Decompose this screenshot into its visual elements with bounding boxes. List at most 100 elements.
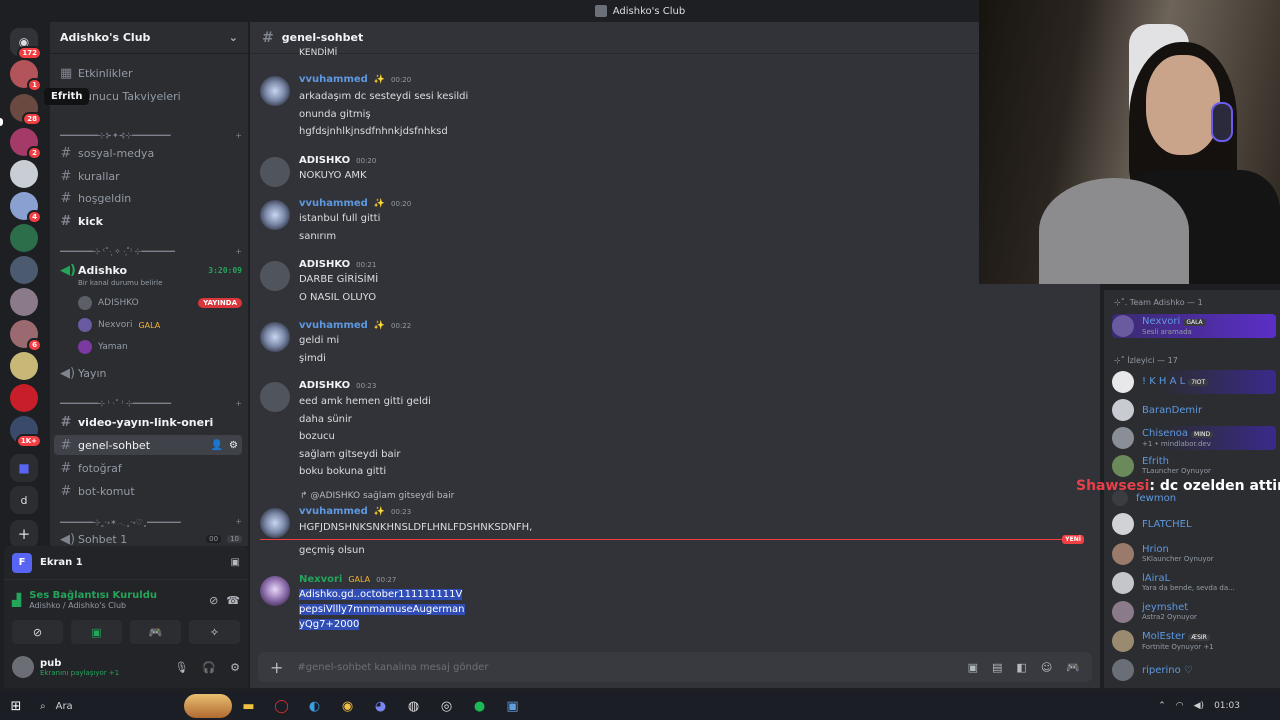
category-header[interactable]: ━━━━━━━⊹˳·˖✶𓂃˳·˖♡˳━━━━━━━ + [60,514,242,528]
member-item[interactable]: Hrion SKlauncher Oynuyor [1112,542,1276,566]
member-item[interactable]: Chisenoa MIND +1 • mindlabor.dev [1112,426,1276,450]
voice-user[interactable]: ADISHKO YAYINDA [78,294,242,312]
opera-icon[interactable]: ◯ [265,699,298,714]
message-author[interactable]: vvuhammed [299,74,368,85]
channel-kurallar[interactable]: # kurallar [54,166,242,186]
avatar[interactable] [260,508,290,538]
file-explorer-icon[interactable]: ▬ [232,699,265,714]
channel-hosgeldin[interactable]: # hoşgeldin [54,188,242,208]
message-author[interactable]: ADISHKO [299,380,350,391]
gear-icon[interactable]: ⚙ [229,440,242,451]
apps-icon[interactable]: 🎮 [1066,661,1080,674]
voice-user[interactable]: Yaman [78,338,242,356]
member-item[interactable]: ! K H A L 7IOT [1112,370,1276,394]
plus-icon[interactable]: + [235,517,242,526]
server-icon[interactable] [10,352,38,380]
server-icon[interactable] [10,256,38,284]
screen-share-button[interactable]: ▣ [71,620,122,644]
avatar[interactable] [260,76,290,106]
emoji-icon[interactable]: ☺ [1041,661,1052,674]
server-header[interactable]: Adishko's Club ⌄ [50,22,248,54]
voice-channel-yayin[interactable]: ◀) Yayın [54,363,242,383]
server-icon[interactable] [10,288,38,316]
server-icon[interactable]: 6 [10,320,42,352]
direct-messages-button[interactable]: ◉ 172 [10,28,42,60]
server-icon[interactable]: 2 [10,128,42,160]
avatar[interactable] [260,322,290,352]
activity-button[interactable]: 🎮 [130,620,181,644]
clock[interactable]: 01:03 [1214,701,1240,711]
obs-icon[interactable]: ◍ [397,699,430,714]
channel-status-prompt[interactable]: Bir kanal durumu belirle [78,279,162,287]
add-member-icon[interactable]: 👤 [211,440,223,451]
attach-plus-icon[interactable]: + [270,658,283,677]
server-icon[interactable]: 28 [10,94,42,126]
message-author[interactable]: ADISHKO [299,259,350,270]
chevron-up-icon[interactable]: ⌃ [1158,701,1166,711]
member-item[interactable]: lAiraL Yara da bende, sevda da... [1112,571,1276,595]
gif-icon[interactable]: ▤ [992,661,1002,674]
message-input-placeholder[interactable]: #genel-sohbet kanalına mesaj gönder [297,662,488,673]
avatar[interactable] [260,200,290,230]
camera-off-button[interactable]: ⊘ [12,620,63,644]
avatar[interactable] [260,576,290,606]
channel-sosyal-medya[interactable]: # sosyal-medya [54,143,242,163]
member-item[interactable]: FLATCHEL [1112,512,1276,536]
volume-icon[interactable]: ◀) [1194,701,1204,711]
avatar[interactable] [260,382,290,412]
reply-reference[interactable]: ↱ @ADISHKO sağlam gitseydi bair [300,491,454,501]
microphone-icon[interactable]: 🎙 [174,661,188,674]
edge-icon[interactable]: ◐ [298,699,331,714]
headphones-icon[interactable]: 🎧 [202,661,216,674]
channel-kick[interactable]: # kick [54,211,242,231]
avatar[interactable] [260,157,290,187]
message-author[interactable]: vvuhammed [299,198,368,209]
category-header[interactable]: ━━━━━━━⊹ ⁽˚·̩͙ ✧ ·̩͙˚⁾ ⊹━━━━━━━ + [60,244,242,258]
category-header[interactable]: ━━━━━━━━⊹ ⁽ ·˚ ⁾ ⊹━━━━━━━━ + [60,396,242,410]
voice-location[interactable]: Adishko / Adishko's Club [29,601,157,610]
server-icon[interactable] [10,224,38,252]
noise-suppression-icon[interactable]: ⊘ [209,594,218,607]
add-server-button[interactable]: + [10,520,38,548]
server-icon[interactable] [10,384,38,412]
message-author[interactable]: ADISHKO [299,155,350,166]
voice-channel-adishko[interactable]: ◀) Adishko 3:20:09 [54,260,242,280]
channel-fotograf[interactable]: # fotoğraf [54,458,242,478]
taskbar-search[interactable]: ⌕ Ara [32,694,232,718]
server-icon[interactable]: 4 [10,192,42,224]
category-header[interactable]: ━━━━━━━━⊹⊱✦⊰⊹━━━━━━━━ + [60,128,242,142]
screen-share-row[interactable]: F Ekran 1 ▣ [4,546,248,580]
plus-icon[interactable]: + [235,131,242,140]
voice-user[interactable]: Nexvori GALA [78,316,242,334]
plus-icon[interactable]: + [235,399,242,408]
user-info-row[interactable]: pub Ekranını paylaşıyor +1 🎙 🎧 ⚙ [4,650,248,684]
windows-start-icon[interactable]: ⊞ [0,699,32,714]
voice-status[interactable]: Ses Bağlantısı Kuruldu [29,590,157,601]
member-item[interactable]: jeymshet Astra2 Oynuyor [1112,600,1276,624]
message-author[interactable]: vvuhammed [299,506,368,517]
app-window-icon[interactable]: ▣ [496,699,529,714]
channel-video-yayin-link-oneri[interactable]: # video-yayın-link-oneri [54,412,242,432]
gift-icon[interactable]: ▣ [968,661,978,674]
voice-channel-sohbet-1[interactable]: ◀) Sohbet 1 00 10 [54,529,242,546]
avatar[interactable] [260,261,290,291]
server-icon[interactable]: 1 [10,60,42,92]
member-item[interactable]: riperino ♡ [1112,658,1276,682]
soundboard-button[interactable]: ✧ [189,620,240,644]
message-composer[interactable]: + #genel-sohbet kanalına mesaj gönder ▣ … [258,652,1092,682]
server-icon[interactable] [10,160,38,188]
plus-icon[interactable]: + [235,247,242,256]
channel-bot-komut[interactable]: # bot-komut [54,481,242,501]
events-item[interactable]: ▦ Etkinlikler [54,63,242,83]
sticker-icon[interactable]: ◧ [1016,661,1026,674]
discord-taskbar-icon[interactable]: ◕ [364,699,397,714]
disconnect-icon[interactable]: ☎ [226,594,240,607]
spotify-icon[interactable]: ● [463,699,496,714]
folder-button[interactable]: ■ [10,454,38,482]
member-item[interactable]: MolEster ÆSIR Fortnite Oynuyor +1 [1112,629,1276,653]
steam-icon[interactable]: ◎ [430,699,463,714]
member-item[interactable]: Efrith TLauncher Oynuyor [1112,454,1276,478]
member-item[interactable]: Nexvori GALA Sesli aramada [1112,314,1276,338]
message-author[interactable]: vvuhammed [299,320,368,331]
member-item[interactable]: BaranDemir [1112,398,1276,422]
